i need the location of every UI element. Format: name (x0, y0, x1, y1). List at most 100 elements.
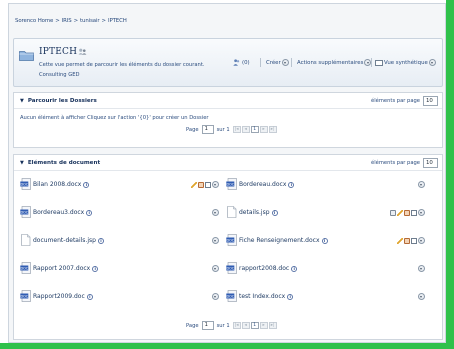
lock-icon[interactable] (198, 181, 204, 188)
followers-count-label: (0) (242, 59, 250, 66)
document-item[interactable]: DOC Bordereau.docx i (226, 177, 431, 191)
view-mode-button[interactable]: Vue synthétique (375, 59, 436, 66)
svg-text:DOC: DOC (20, 266, 28, 270)
document-name-text: Rapport2009.doc (33, 293, 85, 300)
row-menu-chevron-icon[interactable] (212, 237, 219, 244)
row-menu-chevron-icon[interactable] (212, 209, 219, 216)
per-page-label: éléments par page (371, 160, 420, 166)
info-icon[interactable]: i (86, 294, 93, 300)
row-menu-chevron-icon[interactable] (418, 237, 425, 244)
last-page-button[interactable]: ▸| (268, 322, 277, 329)
lock-icon[interactable] (404, 237, 410, 244)
svg-text:DOC: DOC (226, 266, 234, 270)
document-item[interactable]: details.jsp i (226, 205, 431, 219)
current-page-button[interactable]: 1 (250, 322, 259, 329)
edit-icon[interactable] (397, 237, 403, 244)
row-menu-chevron-icon[interactable] (212, 181, 219, 188)
folders-panel-header[interactable]: ▼ Parcourir les Dossiers éléments par pag… (14, 93, 442, 109)
next-page-button[interactable]: ▸ (259, 126, 268, 133)
page-input[interactable]: 1 (201, 321, 214, 330)
word-doc-icon: DOC (20, 178, 31, 190)
view-mode-label: Vue synthétique (384, 59, 428, 66)
collapse-triangle-icon[interactable]: ▼ (20, 160, 24, 166)
next-page-button[interactable]: ▸ (259, 322, 268, 329)
document-name-text: Bilan 2008.docx (33, 181, 82, 188)
row-menu-chevron-icon[interactable] (418, 265, 425, 272)
info-icon[interactable]: i (92, 266, 99, 272)
document-item[interactable]: document-details.jsp i (20, 233, 225, 247)
document-name[interactable]: Bordereau3.docx i (33, 209, 93, 216)
info-icon[interactable]: i (288, 182, 295, 188)
folders-panel-title: ▼ Parcourir les Dossiers (20, 98, 97, 104)
documents-panel-header[interactable]: ▼ Eléments de document éléments par page … (14, 155, 442, 171)
info-icon[interactable]: i (86, 210, 93, 216)
page-input[interactable]: 1 (201, 125, 214, 134)
document-name[interactable]: details.jsp i (239, 209, 278, 216)
document-name[interactable]: Bordereau.docx i (239, 181, 295, 188)
document-item[interactable]: DOC Bilan 2008.docx i (20, 177, 225, 191)
folders-pager: Page 1 sur 1 |◂ ◂ 1 ▸ ▸| (186, 125, 277, 134)
properties-icon[interactable] (411, 237, 417, 244)
last-page-button[interactable]: ▸| (268, 126, 277, 133)
download-icon[interactable] (390, 209, 396, 216)
document-item[interactable]: DOC rapport2008.doc i (226, 261, 431, 275)
document-item[interactable]: DOC Rapport 2007.docx i (20, 261, 225, 275)
more-actions-button[interactable]: Actions supplémentaires (297, 59, 372, 66)
prev-page-button[interactable]: ◂ (241, 126, 250, 133)
per-page-input[interactable]: 10 (423, 96, 438, 106)
info-icon[interactable]: i (287, 294, 294, 300)
document-actions (212, 209, 219, 216)
properties-icon[interactable] (411, 209, 417, 216)
document-name-text: details.jsp (239, 209, 270, 216)
document-name[interactable]: Rapport2009.doc i (33, 293, 93, 300)
row-menu-chevron-icon[interactable] (212, 265, 219, 272)
prev-page-button[interactable]: ◂ (241, 322, 250, 329)
edit-icon[interactable] (191, 181, 197, 188)
breadcrumb-home[interactable]: Sorenco Home (15, 18, 53, 24)
document-item[interactable]: DOC Rapport2009.doc i (20, 289, 225, 303)
properties-icon[interactable] (205, 181, 211, 188)
info-icon[interactable]: i (83, 182, 90, 188)
word-doc-icon: DOC (20, 290, 31, 302)
document-name[interactable]: rapport2008.doc i (239, 265, 298, 272)
row-menu-chevron-icon[interactable] (212, 293, 219, 300)
share-icon[interactable] (78, 48, 87, 55)
row-menu-chevron-icon[interactable] (418, 293, 425, 300)
breadcrumb-sep: > (101, 18, 107, 24)
blank-file-icon (21, 234, 31, 246)
row-menu-chevron-icon[interactable] (418, 209, 425, 216)
breadcrumb-tunisair[interactable]: tunisair (80, 18, 100, 24)
lock-icon[interactable] (404, 209, 410, 216)
info-icon[interactable]: i (97, 238, 104, 244)
document-name-text: document-details.jsp (33, 237, 96, 244)
info-icon[interactable]: i (291, 266, 298, 272)
document-name[interactable]: Fiche Renseignement.docx i (239, 237, 328, 244)
create-menu-button[interactable]: Créer (266, 59, 289, 66)
current-page-button[interactable]: 1 (250, 126, 259, 133)
document-name-text: Bordereau3.docx (33, 209, 85, 216)
document-name-text: test Index.docx (239, 293, 286, 300)
first-page-button[interactable]: |◂ (232, 126, 241, 133)
document-name[interactable]: document-details.jsp i (33, 237, 104, 244)
svg-text:DOC: DOC (20, 182, 28, 186)
info-icon[interactable]: i (321, 238, 328, 244)
collapse-triangle-icon[interactable]: ▼ (20, 98, 24, 104)
document-actions (418, 181, 425, 188)
document-actions (418, 293, 425, 300)
documents-panel: ▼ Eléments de document éléments par page … (13, 154, 443, 340)
followers-count[interactable]: (0) (233, 59, 250, 66)
info-icon[interactable]: i (271, 210, 278, 216)
document-name[interactable]: Rapport 2007.docx i (33, 265, 99, 272)
document-name[interactable]: test Index.docx i (239, 293, 294, 300)
document-item[interactable]: DOC Fiche Renseignement.docx i (226, 233, 431, 247)
document-name-text: Rapport 2007.docx (33, 265, 91, 272)
document-item[interactable]: DOC test Index.docx i (226, 289, 431, 303)
document-name[interactable]: Bilan 2008.docx i (33, 181, 90, 188)
per-page-input[interactable]: 10 (423, 158, 438, 168)
document-item[interactable]: DOC Bordereau3.docx i (20, 205, 225, 219)
first-page-button[interactable]: |◂ (232, 322, 241, 329)
breadcrumb-iris[interactable]: IRIS (62, 18, 72, 24)
svg-text:DOC: DOC (226, 182, 234, 186)
row-menu-chevron-icon[interactable] (418, 181, 425, 188)
edit-icon[interactable] (397, 209, 403, 216)
